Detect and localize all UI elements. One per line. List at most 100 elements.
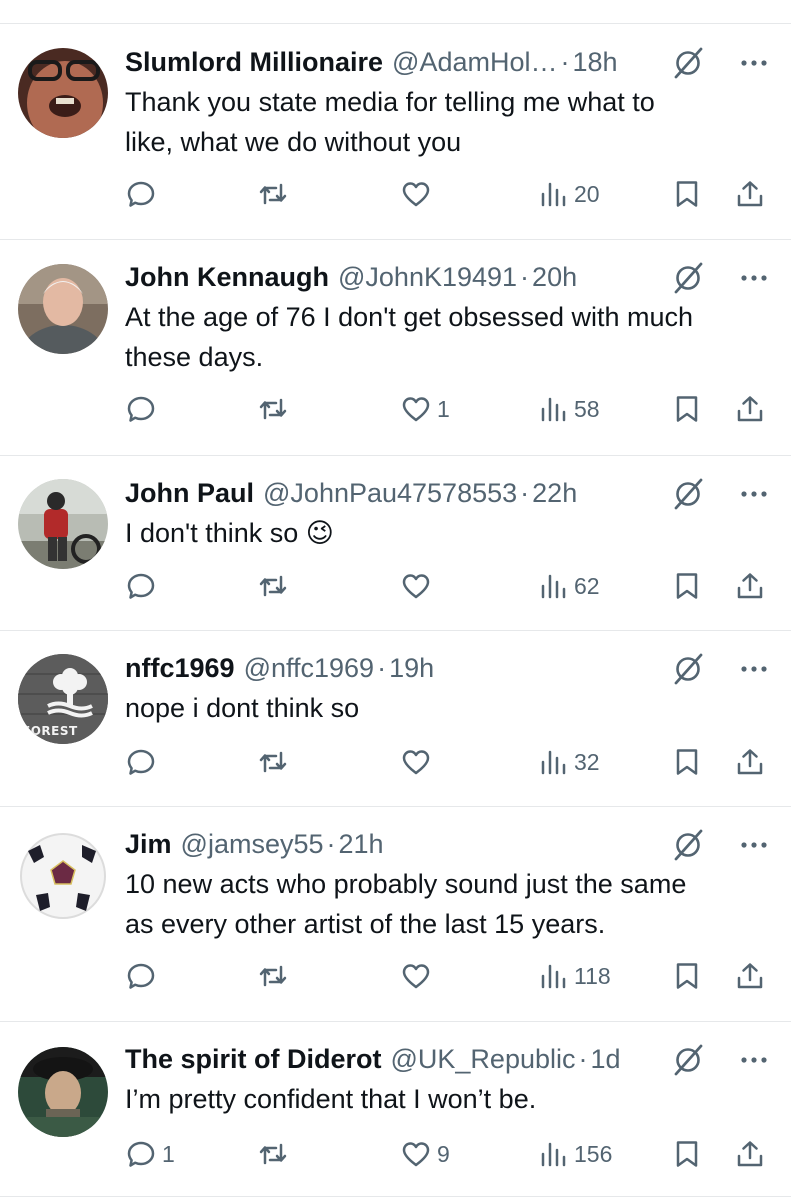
- share-button[interactable]: [735, 956, 765, 996]
- views-button[interactable]: 62: [538, 566, 600, 606]
- repost-button[interactable]: [258, 1134, 294, 1174]
- share-icon: [737, 396, 763, 422]
- avatar[interactable]: [18, 264, 108, 354]
- share-button[interactable]: [735, 742, 765, 782]
- repost-icon: [259, 183, 287, 205]
- reply-icon: [127, 963, 155, 989]
- avatar[interactable]: [18, 831, 108, 921]
- grok-icon[interactable]: [671, 46, 705, 80]
- display-name[interactable]: nffc1969: [125, 650, 235, 686]
- grok-icon[interactable]: [671, 261, 705, 295]
- like-button[interactable]: 9: [401, 1134, 450, 1174]
- repost-icon: [259, 751, 287, 773]
- display-name[interactable]: John Paul: [125, 475, 254, 511]
- feed-separator: [0, 1021, 791, 1022]
- views-button[interactable]: 156: [538, 1134, 612, 1174]
- like-button[interactable]: [401, 742, 437, 782]
- repost-icon: [259, 965, 287, 987]
- views-icon: [541, 750, 566, 775]
- tweet-text: I don't think so 😉: [125, 518, 334, 548]
- repost-button[interactable]: [258, 566, 294, 606]
- share-button[interactable]: [735, 389, 765, 429]
- views-count: 156: [574, 1140, 613, 1167]
- reply-button[interactable]: [126, 956, 162, 996]
- bookmark-icon: [676, 396, 698, 422]
- user-handle[interactable]: @JohnPau47578553: [263, 475, 517, 511]
- avatar[interactable]: FOREST: [18, 654, 108, 744]
- share-button[interactable]: [735, 566, 765, 606]
- user-handle[interactable]: @nffc1969: [244, 650, 375, 686]
- user-handle[interactable]: @UK_Republic: [391, 1041, 576, 1077]
- views-button[interactable]: 32: [538, 742, 600, 782]
- share-icon: [737, 573, 763, 599]
- more-icon[interactable]: [737, 261, 771, 295]
- grok-icon[interactable]: [671, 652, 705, 686]
- bookmark-button[interactable]: [672, 1134, 702, 1174]
- meta-separator: ·: [326, 829, 336, 859]
- grok-icon[interactable]: [671, 1043, 705, 1077]
- reply-button[interactable]: [126, 566, 162, 606]
- bookmark-button[interactable]: [672, 174, 702, 214]
- display-name[interactable]: John Kennaugh: [125, 259, 329, 295]
- reply-icon: [127, 181, 155, 207]
- more-icon[interactable]: [737, 477, 771, 511]
- timestamp[interactable]: 20h: [532, 259, 577, 295]
- reply-button[interactable]: [126, 389, 162, 429]
- display-name[interactable]: Jim: [125, 826, 172, 862]
- more-icon[interactable]: [737, 1043, 771, 1077]
- avatar[interactable]: [18, 48, 108, 138]
- like-button[interactable]: [401, 956, 437, 996]
- bookmark-button[interactable]: [672, 742, 702, 782]
- like-icon: [402, 574, 430, 599]
- feed-separator: [0, 630, 791, 631]
- bookmark-button[interactable]: [672, 956, 702, 996]
- views-button[interactable]: 58: [538, 389, 600, 429]
- tweet-text: Thank you state media for telling me wha…: [125, 87, 655, 157]
- reply-icon: [127, 749, 155, 775]
- user-handle[interactable]: @jamsey55: [181, 826, 324, 862]
- reply-icon: [127, 573, 155, 599]
- more-icon[interactable]: [737, 652, 771, 686]
- repost-button[interactable]: [258, 742, 294, 782]
- repost-button[interactable]: [258, 174, 294, 214]
- timestamp[interactable]: 21h: [339, 826, 384, 862]
- like-button[interactable]: [401, 174, 437, 214]
- timestamp[interactable]: 1d: [591, 1041, 621, 1077]
- display-name[interactable]: The spirit of Diderot: [125, 1041, 382, 1077]
- user-handle[interactable]: @AdamHol…: [392, 44, 557, 80]
- share-button[interactable]: [735, 174, 765, 214]
- views-button[interactable]: 118: [538, 956, 611, 996]
- repost-button[interactable]: [258, 389, 294, 429]
- more-icon[interactable]: [737, 46, 771, 80]
- reply-button[interactable]: [126, 742, 162, 782]
- meta-separator: ·: [560, 47, 570, 77]
- bookmark-icon: [676, 963, 698, 989]
- share-icon: [737, 963, 763, 989]
- avatar[interactable]: [18, 1047, 108, 1137]
- reply-button[interactable]: 1: [126, 1134, 175, 1174]
- reply-button[interactable]: [126, 174, 162, 214]
- repost-button[interactable]: [258, 956, 294, 996]
- grok-icon[interactable]: [671, 828, 705, 862]
- timestamp[interactable]: 18h: [573, 44, 618, 80]
- like-icon: [402, 750, 430, 775]
- like-button[interactable]: [401, 566, 437, 606]
- like-count: 1: [437, 395, 450, 422]
- bookmark-button[interactable]: [672, 566, 702, 606]
- avatar[interactable]: [18, 479, 108, 569]
- tweet-text: At the age of 76 I don't get obsessed wi…: [125, 302, 694, 372]
- user-handle[interactable]: @JohnK19491: [338, 259, 517, 295]
- like-button[interactable]: 1: [401, 389, 450, 429]
- timestamp[interactable]: 22h: [532, 475, 577, 511]
- views-icon: [541, 574, 566, 599]
- display-name[interactable]: Slumlord Millionaire: [125, 44, 383, 80]
- bookmark-icon: [676, 573, 698, 599]
- grok-icon[interactable]: [671, 477, 705, 511]
- more-icon[interactable]: [737, 828, 771, 862]
- timestamp[interactable]: 19h: [389, 650, 434, 686]
- like-icon: [402, 1142, 430, 1167]
- views-button[interactable]: 20: [538, 174, 600, 214]
- bookmark-button[interactable]: [672, 389, 702, 429]
- share-button[interactable]: [735, 1134, 765, 1174]
- bookmark-icon: [676, 749, 698, 775]
